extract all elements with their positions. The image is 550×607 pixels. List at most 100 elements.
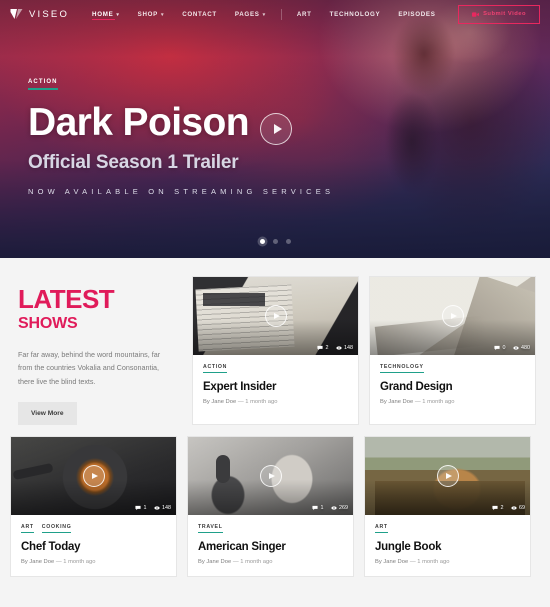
play-icon — [268, 472, 275, 479]
card-categories: ART — [375, 524, 520, 533]
view-more-button[interactable]: View More — [18, 401, 77, 425]
play-icon — [273, 124, 282, 134]
card-body: TECHNOLOGY Grand Design By Jane Doe — 1 … — [370, 355, 535, 416]
card-title[interactable]: American Singer — [198, 541, 343, 553]
card-thumbnail[interactable]: 2 69 — [365, 436, 530, 515]
meta-separator: — — [232, 558, 239, 565]
meta-separator: — — [237, 399, 244, 405]
card-author: By Jane Doe — [203, 399, 237, 405]
comment-count-value: 2 — [325, 345, 329, 351]
card-date: 1 month ago — [417, 558, 450, 565]
card-title[interactable]: Grand Design — [380, 381, 525, 393]
card-stats: 0 480 — [494, 345, 530, 351]
card-categories: TECHNOLOGY — [380, 364, 525, 373]
nav-item-technology[interactable]: TECHNOLOGY — [321, 4, 390, 25]
nav-item-episodes-label: EPISODES — [398, 10, 436, 18]
meta-separator: — — [414, 399, 421, 405]
view-count-value: 148 — [344, 345, 353, 351]
nav-item-pages[interactable]: PAGES ▾ — [226, 4, 275, 25]
card-category[interactable]: ACTION — [203, 364, 228, 373]
chevron-down-icon: ▾ — [160, 11, 165, 18]
hero-play-button[interactable] — [260, 113, 292, 145]
nav-item-shop[interactable]: SHOP ▾ — [129, 4, 174, 25]
card-categories: TRAVEL — [198, 524, 343, 533]
card-category[interactable]: TECHNOLOGY — [380, 364, 424, 373]
slider-dot-3[interactable] — [285, 239, 291, 244]
view-count: 269 — [330, 505, 348, 511]
nav-item-home-label: HOME — [92, 10, 114, 18]
nav-item-art-label: ART — [296, 10, 312, 18]
chevron-down-icon: ▾ — [262, 11, 266, 18]
slider-dot-2[interactable] — [272, 239, 278, 244]
nav-item-technology-label: TECHNOLOGY — [329, 10, 381, 18]
card-meta: By Jane Doe — 1 month ago — [21, 559, 166, 565]
card-stats: 2 148 — [317, 345, 353, 351]
comment-count: 0 — [494, 345, 506, 351]
slider-dot-1[interactable] — [259, 239, 265, 244]
card-title[interactable]: Jungle Book — [375, 541, 520, 553]
show-card-grand-design[interactable]: 0 480 TECHNOLOGY Grand Design By Jane Do… — [369, 276, 536, 425]
card-thumbnail[interactable]: 2 148 — [193, 277, 358, 355]
card-play-button[interactable] — [436, 464, 459, 487]
hero-category-badge[interactable]: ACTION — [28, 79, 58, 90]
card-title[interactable]: Chef Today — [21, 541, 166, 553]
brand-name: VISEO — [29, 8, 70, 20]
card-category[interactable]: COOKING — [41, 524, 72, 533]
nav-item-contact[interactable]: CONTACT — [173, 4, 226, 25]
card-author: By Jane Doe — [198, 558, 232, 565]
card-title[interactable]: Expert Insider — [203, 381, 348, 393]
show-card-expert-insider[interactable]: 2 148 ACTION Expert Insider By Jane Doe … — [192, 276, 359, 425]
show-card-jungle-book[interactable]: 2 69 ART Jungle Book By Jane Doe — 1 mon… — [364, 435, 531, 577]
card-category[interactable]: ART — [375, 524, 388, 533]
card-date: 1 month ago — [240, 558, 273, 565]
card-date: 1 month ago — [245, 399, 278, 405]
card-body: TRAVEL American Singer By Jane Doe — 1 m… — [188, 515, 353, 576]
nav-item-art[interactable]: ART — [288, 4, 321, 25]
view-count-value: 148 — [162, 504, 171, 511]
card-body: ACTION Expert Insider By Jane Doe — 1 mo… — [193, 355, 358, 416]
show-card-chef-today[interactable]: 1 148 ART COOKING Chef Today By Jane Doe… — [10, 435, 177, 577]
comment-icon — [492, 505, 498, 511]
hero-section: VISEO HOME ▾ SHOP ▾ CONTACT PAGES ▾ ART TEC… — [0, 0, 550, 258]
chevron-flag-logo-icon — [10, 8, 23, 20]
card-body: ART Jungle Book By Jane Doe — 1 month ag… — [365, 515, 530, 576]
card-author: By Jane Doe — [21, 558, 55, 565]
card-play-button[interactable] — [441, 305, 464, 327]
card-thumbnail[interactable]: 1 269 — [188, 436, 353, 515]
submit-video-button[interactable]: Submit Video — [458, 4, 540, 24]
card-category[interactable]: ART — [21, 524, 34, 533]
submit-video-label: Submit Video — [483, 11, 526, 17]
card-date: 1 month ago — [63, 558, 96, 565]
card-author: By Jane Doe — [380, 399, 414, 405]
eye-icon — [153, 505, 160, 511]
card-category[interactable]: TRAVEL — [198, 524, 223, 533]
nav-item-contact-label: CONTACT — [182, 10, 217, 18]
nav-item-episodes[interactable]: EPISODES — [389, 4, 444, 25]
card-thumbnail[interactable]: 1 148 — [11, 436, 176, 515]
chevron-down-icon: ▾ — [116, 11, 120, 18]
view-count-value: 69 — [519, 504, 525, 511]
show-card-american-singer[interactable]: 1 269 TRAVEL American Singer By Jane Doe… — [187, 435, 354, 577]
nav-item-shop-label: SHOP — [137, 10, 158, 18]
view-count-value: 480 — [521, 345, 530, 351]
card-play-button[interactable] — [82, 464, 105, 487]
nav-item-home[interactable]: HOME ▾ — [83, 4, 129, 25]
card-stats: 2 69 — [492, 505, 525, 511]
nav-divider — [280, 8, 282, 20]
hero-tagline: NOW AVAILABLE ON STREAMING SERVICES — [28, 186, 335, 196]
cards-row-top: LATEST SHOWS Far far away, behind the wo… — [10, 276, 540, 425]
card-stats: 1 269 — [312, 505, 348, 511]
card-play-button[interactable] — [259, 464, 282, 487]
card-meta: By Jane Doe — 1 month ago — [203, 399, 348, 405]
meta-separator: — — [409, 558, 416, 565]
cards-row-bottom: 1 148 ART COOKING Chef Today By Jane Doe… — [10, 435, 540, 577]
comment-count: 2 — [492, 505, 504, 511]
hero-subtitle: Official Season 1 Trailer — [28, 151, 239, 173]
card-play-button[interactable] — [264, 305, 287, 327]
eye-icon — [512, 345, 519, 351]
slider-pagination — [0, 239, 550, 244]
card-date: 1 month ago — [422, 399, 455, 405]
card-thumbnail[interactable]: 0 480 — [370, 277, 535, 355]
brand-logo[interactable]: VISEO — [10, 8, 69, 20]
meta-separator: — — [55, 558, 62, 565]
